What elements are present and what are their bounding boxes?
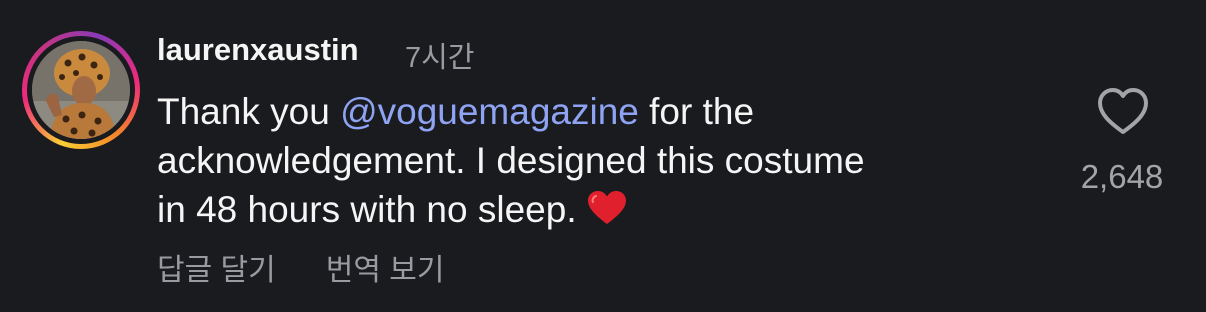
comment-line-2: acknowledgement. I designed this costume [157,140,865,181]
red-heart-emoji [587,189,627,238]
reply-button[interactable]: 답글 달기 [157,254,276,287]
translate-button[interactable]: 번역 보기 [326,254,445,287]
like-count: 2,648 [1080,158,1164,195]
like-button[interactable] [1096,86,1150,136]
comment-actions: 답글 달기 번역 보기 [157,245,445,289]
comment-text-segment: Thank you [157,91,341,132]
comment-text: Thank you @voguemagazine for the acknowl… [157,87,1037,238]
comment-item: laurenxaustin 7시간 Thank you @voguemagazi… [0,0,1206,312]
comment-timestamp: 7시간 [405,42,475,74]
comment-line-3: in 48 hours with no sleep. [157,185,1037,238]
avatar-story-ring[interactable] [22,31,140,149]
comment-text-segment: for the [638,91,755,132]
comment-username[interactable]: laurenxaustin [157,32,359,68]
avatar[interactable] [32,41,130,139]
avatar-photo [32,41,130,139]
comment-line-1: Thank you @voguemagazine for the [157,87,1037,136]
heart-outline-icon [1098,88,1148,134]
mention-link[interactable]: @voguemagazine [340,91,639,132]
comment-text-segment: in 48 hours with no sleep. [157,189,577,230]
